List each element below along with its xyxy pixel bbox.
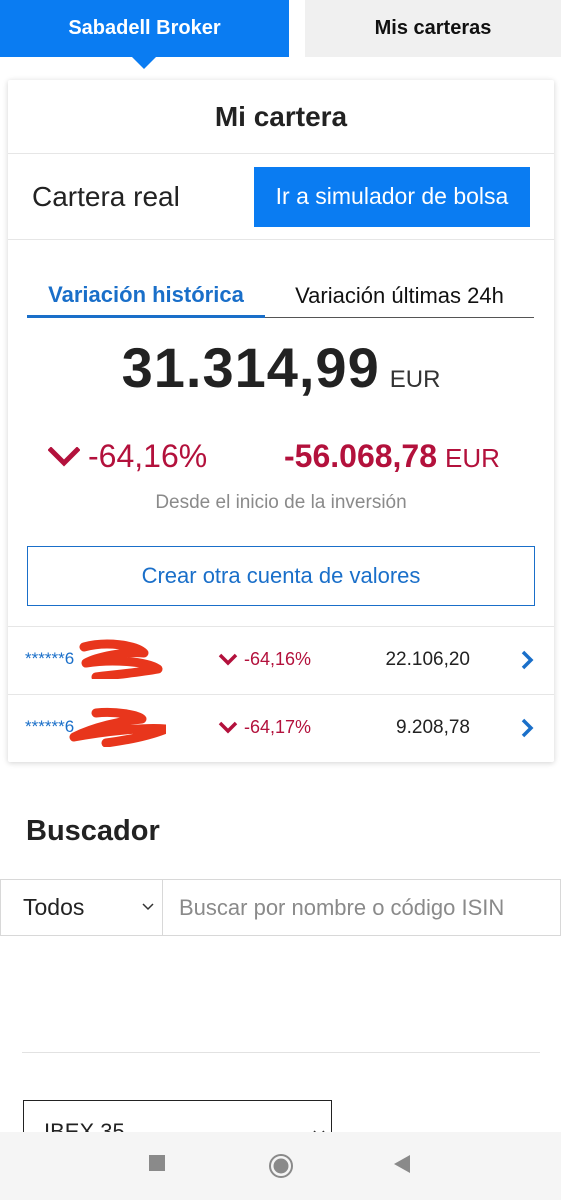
chevron-right-icon[interactable] bbox=[520, 649, 534, 671]
divider bbox=[22, 1052, 540, 1053]
since-text: Desde el inicio de la inversión bbox=[155, 492, 407, 513]
tab-label: Sabadell Broker bbox=[68, 17, 221, 39]
variation-percent: -64,16% bbox=[48, 438, 207, 475]
active-tab-indicator bbox=[132, 57, 156, 69]
system-nav-bar bbox=[0, 1132, 561, 1200]
simulator-button[interactable]: Ir a simulador de bolsa bbox=[254, 166, 530, 227]
card-title: Mi cartera bbox=[8, 80, 554, 154]
account-percent: -64,17% bbox=[218, 717, 311, 738]
variation-amount-value: -56.068,78 bbox=[284, 438, 438, 474]
chevron-down-icon bbox=[142, 903, 154, 911]
filter-select[interactable]: Todos bbox=[0, 879, 163, 936]
total-amount: 31.314,99 bbox=[121, 336, 380, 399]
back-icon[interactable] bbox=[392, 1154, 412, 1174]
account-percent: -64,16% bbox=[218, 649, 311, 670]
account-row[interactable]: ******6 -64,17% 9.208,78 bbox=[8, 694, 554, 762]
variation-currency: EUR bbox=[445, 443, 500, 473]
account-value: 22.106,20 bbox=[385, 649, 470, 670]
variation-summary: -64,16% -56.068,78 EUR bbox=[8, 438, 554, 482]
tab-mis-carteras[interactable]: Mis carteras bbox=[305, 0, 561, 57]
redaction-scribble bbox=[79, 639, 163, 679]
variation-amount: -56.068,78 EUR bbox=[284, 438, 500, 475]
chevron-down-icon bbox=[218, 653, 238, 666]
chevron-down-icon bbox=[48, 446, 80, 467]
search-input[interactable] bbox=[163, 879, 561, 936]
account-percent-value: -64,17% bbox=[244, 717, 312, 737]
home-icon[interactable] bbox=[268, 1153, 294, 1179]
account-value: 9.208,78 bbox=[396, 717, 470, 738]
variation-percent-value: -64,16% bbox=[88, 438, 208, 474]
total-currency: EUR bbox=[389, 366, 441, 393]
chevron-down-icon bbox=[218, 721, 238, 734]
cartera-label: Cartera real bbox=[32, 180, 180, 212]
tab-variacion-historica[interactable]: Variación histórica bbox=[27, 274, 265, 318]
tab-label: Mis carteras bbox=[374, 17, 492, 39]
tab-variacion-24h[interactable]: Variación últimas 24h bbox=[265, 274, 534, 318]
account-percent-value: -64,16% bbox=[244, 649, 312, 669]
variation-tabs: Variación histórica Variación últimas 24… bbox=[27, 274, 534, 318]
account-row[interactable]: ******6 -64,16% 22.106,20 bbox=[8, 626, 554, 694]
cartera-row: Cartera real Ir a simulador de bolsa bbox=[8, 154, 554, 240]
chevron-right-icon[interactable] bbox=[520, 717, 534, 739]
search-row: Todos bbox=[0, 879, 561, 936]
tab-sabadell-broker[interactable]: Sabadell Broker bbox=[0, 0, 289, 69]
create-account-button[interactable]: Crear otra cuenta de valores bbox=[27, 546, 535, 606]
portfolio-total: 31.314,99 EUR bbox=[8, 335, 554, 400]
portfolio-card: Mi cartera Cartera real Ir a simulador d… bbox=[8, 80, 554, 762]
index-select[interactable]: IBEX 35 bbox=[23, 1100, 332, 1136]
recent-apps-icon[interactable] bbox=[148, 1154, 166, 1172]
buscador-title: Buscador bbox=[26, 815, 160, 847]
redaction-scribble bbox=[69, 708, 166, 747]
top-tabs: Sabadell Broker Mis carteras bbox=[0, 0, 561, 69]
filter-select-value: Todos bbox=[23, 894, 85, 920]
